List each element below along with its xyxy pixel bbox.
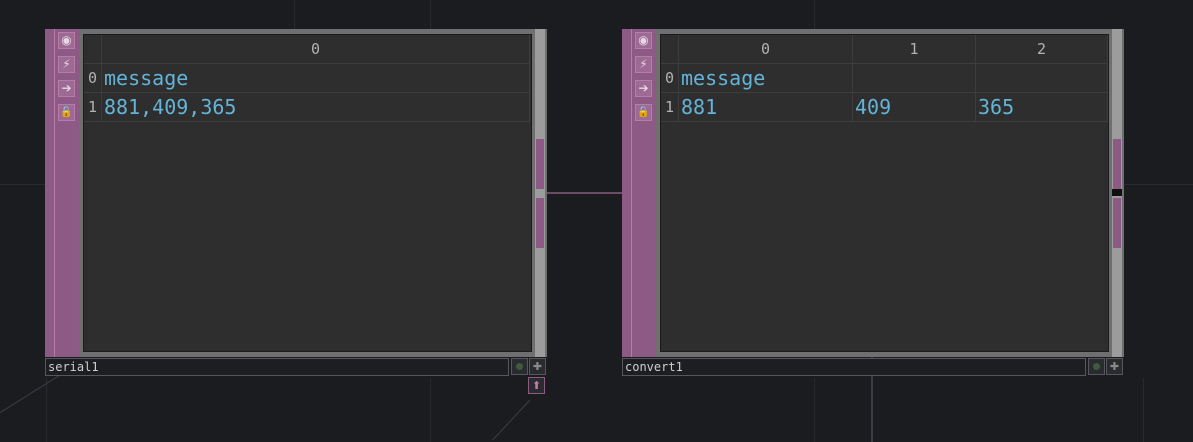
scroll-handle-top[interactable] [536,139,544,189]
table-cell[interactable]: 881 [679,93,853,122]
table-cell[interactable]: message [102,64,530,93]
corner-cell [661,35,679,64]
node-flag-bar: ◉ ⚡ ➔ 🔓 [622,29,656,357]
bypass-button[interactable] [511,358,528,375]
flag-divider [54,29,55,357]
node-name-field[interactable]: serial1 [45,358,509,376]
scroll-handle-top[interactable] [1113,139,1121,189]
serial1-node[interactable]: ◉ ⚡ ➔ 🔓 0 0 message 1 881,409,365 serial… [45,29,547,377]
cook-icon[interactable]: ⚡ [635,56,652,73]
flag-divider [631,29,632,357]
node-flag-bar: ◉ ⚡ ➔ 🔓 [45,29,79,357]
grid-line [814,0,815,30]
grid-line [46,378,47,442]
row-index: 0 [661,64,679,93]
column-header: 0 [102,35,530,64]
scroll-gap [1112,189,1122,196]
row-index: 1 [661,93,679,122]
grid-line [1124,184,1193,185]
scroll-handle-bottom[interactable] [536,198,544,248]
convert1-node[interactable]: ◉ ⚡ ➔ 🔓 0 1 2 0 message 1 881 409 365 co… [622,29,1124,377]
cook-icon[interactable]: ⚡ [58,56,75,73]
grid-line [0,184,45,185]
data-table[interactable]: 0 0 message 1 881,409,365 [83,34,532,352]
row-index: 0 [84,64,102,93]
node-name-field[interactable]: convert1 [622,358,1086,376]
node-connection-wire[interactable] [546,192,624,194]
pin-button[interactable]: ✚ [1106,358,1123,375]
data-table[interactable]: 0 1 2 0 message 1 881 409 365 [660,34,1109,352]
grid-line [294,0,295,30]
corner-cell [84,35,102,64]
grid-line [1143,378,1144,442]
pin-icon: ✚ [1109,360,1120,373]
viewer-icon[interactable]: ◉ [635,32,652,49]
grid-line [430,0,431,30]
output-button[interactable]: ⬆ [528,377,545,394]
scrollbar[interactable] [535,29,545,357]
scrollbar[interactable] [1112,29,1122,357]
display-icon[interactable]: ➔ [635,80,652,97]
bypass-icon [516,363,523,370]
grid-line [814,378,815,442]
table-cell[interactable] [976,64,1108,93]
lock-icon[interactable]: 🔓 [635,104,652,121]
viewer-icon[interactable]: ◉ [58,32,75,49]
display-icon[interactable]: ➔ [58,80,75,97]
table-cell[interactable]: 365 [976,93,1108,122]
table-cell[interactable]: message [679,64,853,93]
grid-line [430,378,431,442]
output-icon: ⬆ [531,379,542,392]
pin-icon: ✚ [532,360,543,373]
row-index: 1 [84,93,102,122]
column-header: 0 [679,35,853,64]
table-cell[interactable]: 881,409,365 [102,93,530,122]
scroll-handle-bottom[interactable] [1113,198,1121,248]
bypass-button[interactable] [1088,358,1105,375]
output-wire [492,399,531,441]
pin-button[interactable]: ✚ [529,358,546,375]
table-cell[interactable]: 409 [853,93,976,122]
column-header: 2 [976,35,1108,64]
column-header: 1 [853,35,976,64]
table-cell[interactable] [853,64,976,93]
bypass-icon [1093,363,1100,370]
lock-icon[interactable]: 🔓 [58,104,75,121]
